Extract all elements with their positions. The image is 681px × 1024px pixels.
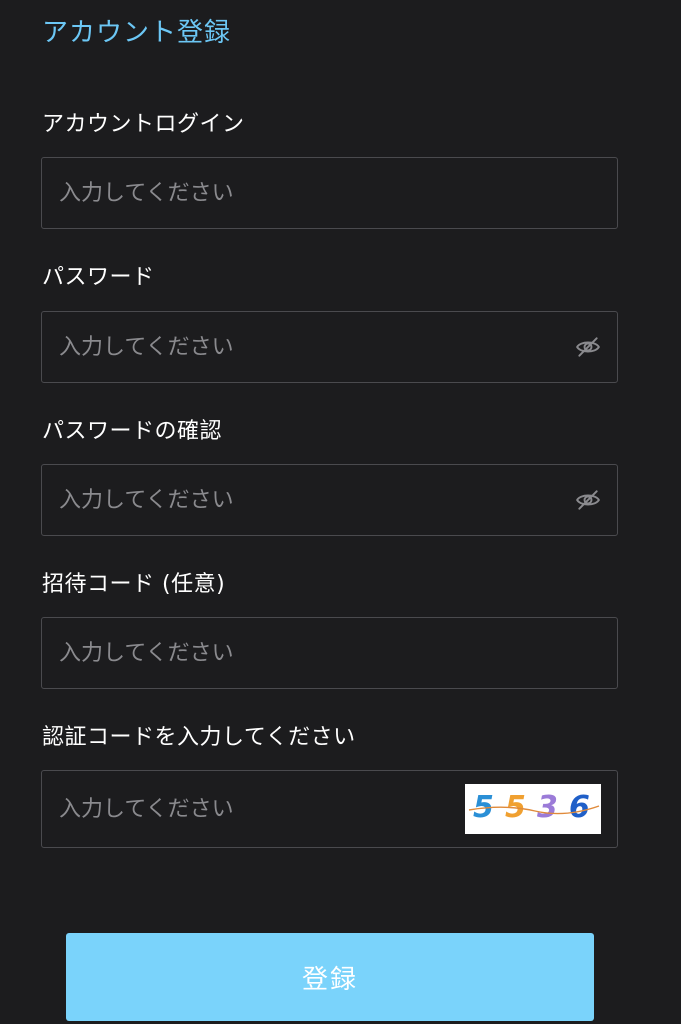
verification-code-field: 5 5 3 6	[41, 770, 618, 848]
password-label: パスワード	[42, 265, 155, 290]
account-field	[41, 157, 618, 229]
password-field	[41, 311, 618, 383]
invite-code-label: 招待コード (任意)	[42, 572, 226, 597]
eye-slash-icon[interactable]	[575, 487, 601, 513]
password-confirm-field	[41, 464, 618, 536]
captcha-noise-line	[468, 805, 600, 815]
verification-code-label: 認証コードを入力してください	[42, 725, 356, 750]
invite-code-field	[41, 617, 618, 689]
password-input[interactable]	[42, 312, 617, 382]
captcha-image[interactable]: 5 5 3 6	[465, 784, 601, 834]
register-button[interactable]: 登録	[66, 933, 594, 1021]
eye-slash-icon[interactable]	[575, 334, 601, 360]
account-label: アカウントログイン	[42, 112, 245, 137]
password-confirm-label: パスワードの確認	[42, 419, 223, 444]
account-input[interactable]	[42, 158, 617, 228]
password-confirm-input[interactable]	[42, 465, 617, 535]
page-title: アカウント登録	[42, 18, 232, 48]
invite-code-input[interactable]	[42, 618, 617, 688]
